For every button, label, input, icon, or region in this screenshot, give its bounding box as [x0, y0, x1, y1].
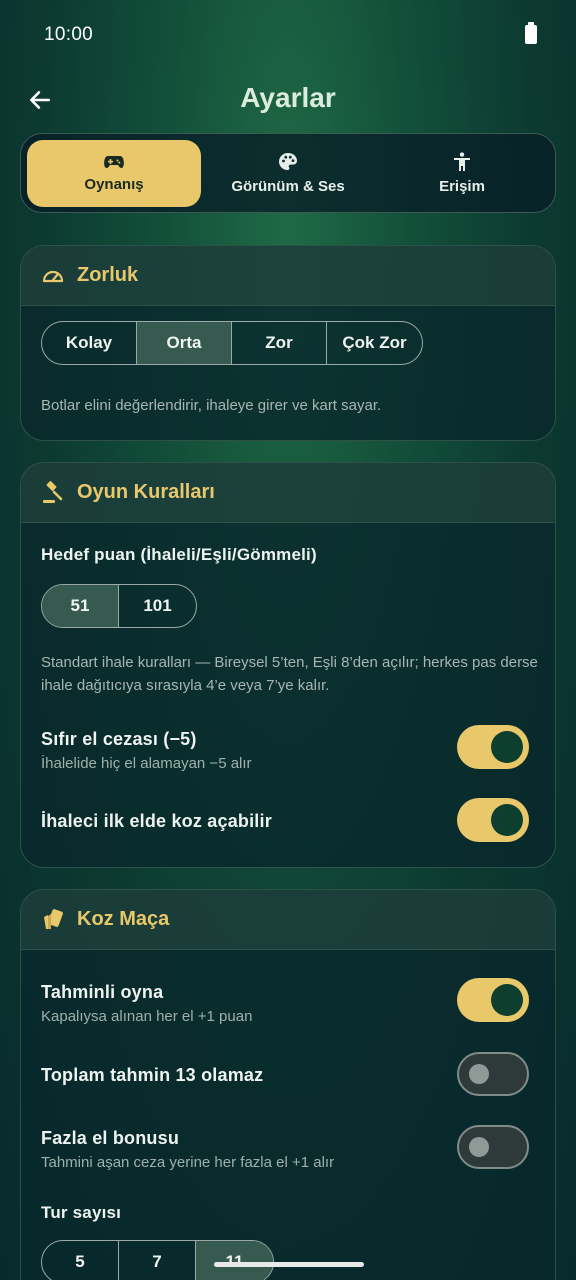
rounds-option-7[interactable]: 7 — [119, 1241, 196, 1280]
accessibility-icon — [454, 152, 470, 171]
home-indicator[interactable] — [214, 1262, 364, 1267]
toggle-knob — [491, 984, 523, 1016]
zero-penalty-sub: İhalelide hiç el alamayan −5 alır — [41, 755, 252, 772]
difficulty-option-hard[interactable]: Zor — [232, 322, 327, 364]
palette-icon — [279, 153, 297, 170]
tab-label: Görünüm & Ses — [231, 178, 345, 195]
tab-label: Erişim — [439, 178, 485, 195]
status-time: 10:00 — [44, 24, 94, 45]
status-bar: 10:00 — [0, 0, 576, 68]
trump-first-label: İhaleci ilk elde koz açabilir — [41, 811, 272, 831]
card-header: Oyun Kuralları — [21, 463, 555, 523]
bonus-label: Fazla el bonusu — [41, 1128, 180, 1148]
trump-first-toggle[interactable] — [457, 798, 529, 842]
target-score-option-101[interactable]: 101 — [119, 585, 196, 627]
not13-label: Toplam tahmin 13 olamaz — [41, 1065, 264, 1085]
difficulty-description: Botlar elini değerlendirir, ihaleye gire… — [41, 397, 382, 414]
toggle-knob — [469, 1137, 489, 1157]
toggle-knob — [491, 731, 523, 763]
card-title: Oyun Kuralları — [77, 481, 215, 503]
app-bar: Ayarlar — [0, 72, 576, 128]
target-score-selector: 51 101 — [41, 584, 197, 628]
spades-card: Koz Maça Tahminli oyna Kapalıysa alınan … — [20, 889, 556, 1280]
tab-accessibility[interactable]: Erişim — [375, 140, 549, 207]
tab-label: Oynanış — [84, 176, 144, 193]
card-header: Zorluk — [21, 246, 555, 306]
bonus-sub: Tahmini aşan ceza yerine her fazla el +1… — [41, 1154, 335, 1171]
battery-icon — [525, 22, 537, 44]
rules-description: Standart ihale kuralları — Bireysel 5’te… — [41, 654, 538, 694]
rounds-label: Tur sayısı — [41, 1203, 122, 1222]
not13-toggle[interactable] — [457, 1052, 529, 1096]
game-rules-card: Oyun Kuralları Hedef puan (İhaleli/Eşli/… — [20, 462, 556, 868]
settings-tabs: Oynanış Görünüm & Ses Erişim — [20, 133, 556, 213]
target-score-option-51[interactable]: 51 — [42, 585, 119, 627]
predicted-label: Tahminli oyna — [41, 982, 164, 1002]
tab-gameplay[interactable]: Oynanış — [27, 140, 201, 207]
card-header: Koz Maça — [21, 890, 555, 950]
cards-icon — [44, 908, 63, 929]
rounds-selector: 5 7 11 — [41, 1240, 274, 1280]
rounds-option-11[interactable]: 11 — [196, 1241, 273, 1280]
target-score-label: Hedef puan (İhaleli/Eşli/Gömmeli) — [41, 545, 317, 564]
zero-penalty-label: Sıfır el cezası (−5) — [41, 729, 197, 749]
speedometer-icon — [42, 270, 64, 282]
tab-appearance-sound[interactable]: Görünüm & Ses — [201, 140, 375, 207]
gamepad-icon — [104, 156, 124, 168]
card-title: Koz Maça — [77, 908, 170, 930]
gavel-icon — [43, 480, 63, 503]
bonus-toggle[interactable] — [457, 1125, 529, 1169]
difficulty-selector: Kolay Orta Zor Çok Zor — [41, 321, 423, 365]
difficulty-option-very-hard[interactable]: Çok Zor — [327, 322, 422, 364]
card-title: Zorluk — [77, 264, 139, 286]
difficulty-card: Zorluk Kolay Orta Zor Çok Zor Botlar eli… — [20, 245, 556, 441]
toggle-knob — [469, 1064, 489, 1084]
zero-penalty-toggle[interactable] — [457, 725, 529, 769]
predicted-toggle[interactable] — [457, 978, 529, 1022]
rounds-option-5[interactable]: 5 — [42, 1241, 119, 1280]
difficulty-option-medium[interactable]: Orta — [137, 322, 232, 364]
predicted-sub: Kapalıysa alınan her el +1 puan — [41, 1008, 253, 1025]
page-title: Ayarlar — [240, 82, 336, 113]
difficulty-option-easy[interactable]: Kolay — [42, 322, 137, 364]
toggle-knob — [491, 804, 523, 836]
